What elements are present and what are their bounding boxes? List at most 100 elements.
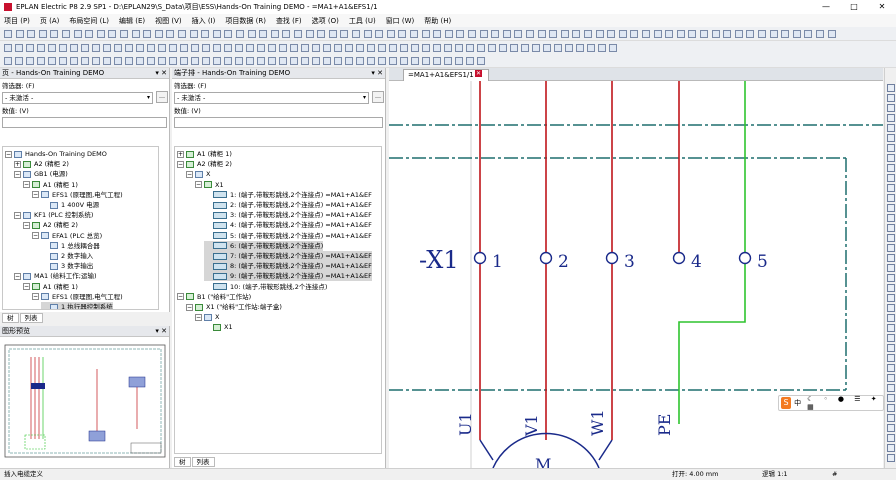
toolbar-button-icon[interactable] [166, 30, 175, 38]
toolbar-button-icon[interactable] [565, 44, 573, 52]
toolbar-button-icon[interactable] [477, 44, 485, 52]
tree-node[interactable]: − A2 (精柜 2) [23, 220, 78, 230]
toolbar-button-icon[interactable] [290, 57, 298, 65]
drawing-tool-icon[interactable] [887, 404, 895, 412]
toolbar-button-icon[interactable] [257, 57, 265, 65]
toolbar-button-icon[interactable] [224, 57, 232, 65]
tree-expander-icon[interactable]: − [32, 191, 39, 199]
toolbar-button-icon[interactable] [543, 44, 551, 52]
toolbar-button-icon[interactable] [502, 30, 511, 38]
toolbar-button-icon[interactable] [400, 44, 408, 52]
tree-expander-icon[interactable]: − [177, 160, 184, 168]
menu-project-data[interactable]: 项目数据 (R) [225, 16, 266, 26]
tree-expander-icon[interactable]: − [32, 232, 39, 240]
drawing-tool-icon[interactable] [887, 324, 895, 332]
toolbar-button-icon[interactable] [618, 30, 627, 38]
drawing-tool-icon[interactable] [887, 184, 895, 192]
toolbar-button-icon[interactable] [247, 30, 256, 38]
toolbar-button-icon[interactable] [345, 57, 353, 65]
toolbar-button-icon[interactable] [37, 44, 45, 52]
toolbar-button-icon[interactable] [59, 57, 67, 65]
tree-expander-icon[interactable]: − [23, 283, 30, 291]
toolbar-button-icon[interactable] [202, 44, 210, 52]
toolbar-button-icon[interactable] [92, 44, 100, 52]
drawing-tool-icon[interactable] [887, 114, 895, 122]
toolbar-button-icon[interactable] [323, 57, 331, 65]
toolbar-button-icon[interactable] [4, 57, 12, 65]
toolbar-button-icon[interactable] [665, 30, 674, 38]
toolbar-button-icon[interactable] [180, 44, 188, 52]
toolbar-button-icon[interactable] [50, 30, 59, 38]
tree-expander-icon[interactable]: − [14, 170, 21, 178]
tree-node[interactable]: − Hands-On Training DEMO [5, 149, 107, 159]
toolbar-button-icon[interactable] [191, 57, 199, 65]
drawing-tool-icon[interactable] [887, 354, 895, 362]
menu-project[interactable]: 项目 (P) [4, 16, 30, 26]
close-button[interactable]: ✕ [868, 0, 896, 14]
tree-node[interactable]: 9: (端子,带鞍形跳线,2个连接点) =MA1+A1&EF [204, 271, 372, 282]
toolbar-button-icon[interactable] [73, 30, 82, 38]
tab-tree[interactable]: 树 [2, 313, 19, 323]
toolbar-button-icon[interactable] [363, 30, 372, 38]
toolbar-button-icon[interactable] [85, 30, 94, 38]
tree-node[interactable]: 10: (端子,带鞍形跳线,2个连接点) [204, 282, 327, 292]
drawing-tool-icon[interactable] [887, 454, 895, 462]
tree-expander-icon[interactable]: − [23, 221, 30, 229]
drawing-tool-icon[interactable] [887, 164, 895, 172]
toolbar-button-icon[interactable] [378, 57, 386, 65]
toolbar-button-icon[interactable] [178, 30, 186, 38]
toolbar-button-icon[interactable] [15, 30, 24, 38]
toolbar-button-icon[interactable] [143, 30, 152, 38]
drawing-tool-icon[interactable] [887, 434, 895, 442]
drawing-tool-icon[interactable] [887, 274, 895, 282]
toolbar-button-icon[interactable] [816, 30, 824, 38]
menu-find[interactable]: 查找 (F) [276, 16, 302, 26]
toolbar-button-icon[interactable] [213, 44, 221, 52]
toolbar-button-icon[interactable] [279, 57, 287, 65]
menu-window[interactable]: 窗口 (W) [386, 16, 415, 26]
toolbar-button-icon[interactable] [201, 30, 210, 38]
toolbar-button-icon[interactable] [769, 30, 778, 38]
toolbar-button-icon[interactable] [236, 30, 244, 38]
tree-node[interactable]: 3 数字输出 [41, 261, 93, 271]
toolbar-button-icon[interactable] [477, 57, 485, 65]
drawing-tool-icon[interactable] [887, 144, 895, 152]
toolbar-button-icon[interactable] [499, 44, 507, 52]
toolbar-button-icon[interactable] [70, 44, 78, 52]
tab-tree[interactable]: 树 [174, 457, 191, 467]
drawing-tool-icon[interactable] [887, 174, 895, 182]
close-tab-icon[interactable]: ✕ [475, 70, 482, 77]
toolbar-button-icon[interactable] [15, 57, 23, 65]
toolbar-button-icon[interactable] [301, 44, 309, 52]
toolbar-button-icon[interactable] [422, 57, 430, 65]
drawing-tool-icon[interactable] [887, 314, 895, 322]
value-input[interactable] [174, 117, 383, 128]
toolbar-button-icon[interactable] [466, 57, 474, 65]
toolbar-button-icon[interactable] [147, 57, 155, 65]
toolbar-button-icon[interactable] [746, 30, 755, 38]
filter-select[interactable]: - 未激活 - ▾ [2, 92, 153, 104]
toolbar-button-icon[interactable] [268, 57, 276, 65]
toolbar-button-icon[interactable] [827, 30, 836, 38]
tree-node[interactable]: 8: (端子,带鞍形跳线,2个连接点) =MA1+A1&EF [204, 261, 372, 272]
tree-node[interactable]: 1: (端子,带鞍形跳线,2个连接点) =MA1+A1&EF [204, 190, 372, 200]
menu-layout-space[interactable]: 布局空间 (L) [69, 16, 109, 26]
drawing-tool-icon[interactable] [887, 134, 895, 142]
toolbar-button-icon[interactable] [688, 30, 697, 38]
toolbar-button-icon[interactable] [125, 57, 133, 65]
tree-node[interactable]: − EFS1 (原理图,电气工程) [32, 292, 123, 302]
drawing-tool-icon[interactable] [887, 214, 895, 222]
toolbar-button-icon[interactable] [595, 30, 604, 38]
tree-node[interactable]: − MA1 (给料工作;运输) [14, 271, 97, 281]
tab-list[interactable]: 列表 [191, 457, 215, 467]
toolbar-button-icon[interactable] [103, 57, 111, 65]
toolbar-button-icon[interactable] [479, 30, 488, 38]
toolbar-button-icon[interactable] [323, 44, 331, 52]
tree-node[interactable]: + A2 (精柜 2) [14, 159, 69, 169]
toolbar-button-icon[interactable] [235, 44, 243, 52]
filter-options-button[interactable]: … [372, 91, 384, 103]
toolbar-button-icon[interactable] [466, 44, 474, 52]
toolbar-button-icon[interactable] [212, 30, 221, 38]
ime-mode[interactable]: 中 [794, 398, 801, 408]
minimize-button[interactable]: — [812, 0, 840, 14]
